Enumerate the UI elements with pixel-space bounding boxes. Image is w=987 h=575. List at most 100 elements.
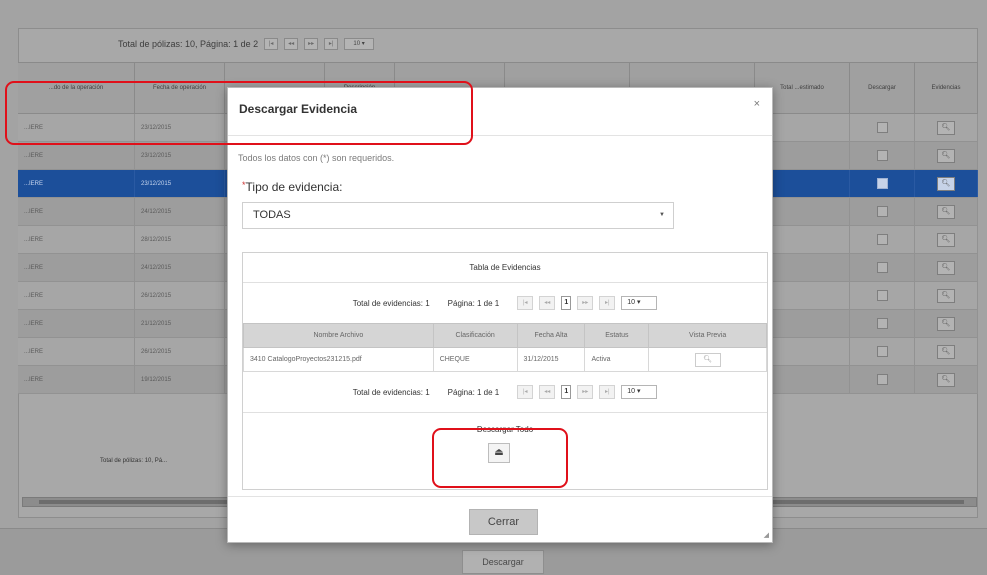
download-button[interactable]: Descargar	[462, 550, 544, 574]
search-icon[interactable]: 🔍︎	[937, 120, 955, 135]
checkbox[interactable]	[876, 346, 888, 357]
download-all-section: Descargar Todo ⏏	[243, 412, 767, 485]
search-icon[interactable]: 🔍︎	[937, 372, 955, 387]
first-page-button[interactable]: |◂	[264, 38, 279, 50]
close-icon[interactable]: ×	[754, 98, 760, 110]
last-page-button[interactable]: ▸|	[324, 38, 339, 50]
preview-cell: 🔍︎	[648, 347, 767, 372]
date-cell: 24/12/2015	[135, 254, 225, 281]
col-classification[interactable]: Clasificación	[432, 323, 518, 348]
search-icon[interactable]: 🔍︎	[937, 288, 955, 303]
current-page[interactable]: 1	[561, 296, 572, 310]
operation-cell: ...IERE	[18, 282, 135, 309]
last-page-button[interactable]: ▸|	[599, 296, 616, 310]
download-checkbox-cell	[850, 282, 915, 309]
search-icon[interactable]: 🔍︎	[937, 176, 955, 191]
evidence-cell: 🔍︎	[915, 114, 978, 141]
resize-handle-icon[interactable]: ◢	[764, 531, 769, 539]
prev-page-button[interactable]: ◂◂	[539, 296, 556, 310]
file-name-cell: 3410 CatalogoProyectos231215.pdf	[243, 347, 434, 372]
search-icon[interactable]: 🔍︎	[937, 316, 955, 331]
policies-pager-top: Total de pólizas: 10, Página: 1 de 2 |◂ …	[18, 30, 978, 58]
download-evidence-modal: Descargar Evidencia × Todos los datos co…	[227, 87, 773, 543]
policies-col-header[interactable]: Descargar	[850, 63, 915, 113]
required-note: Todos los datos con (*) son requeridos.	[238, 153, 395, 163]
operation-cell: ...IERE	[18, 310, 135, 337]
search-icon[interactable]: 🔍︎	[937, 260, 955, 275]
modal-title: Descargar Evidencia	[239, 102, 358, 116]
chevron-down-icon: ▼	[659, 212, 665, 218]
current-page[interactable]: 1	[561, 385, 572, 399]
policies-col-header[interactable]: Fecha de operación	[135, 63, 225, 113]
download-checkbox-cell	[850, 366, 915, 393]
operation-cell: ...IERE	[18, 170, 135, 197]
col-file-name[interactable]: Nombre Archivo	[243, 323, 434, 348]
checkbox[interactable]	[876, 206, 888, 217]
checkbox[interactable]	[876, 318, 888, 329]
evidence-type-label-text: Tipo de evidencia:	[245, 180, 343, 194]
status-cell: Activa	[584, 347, 650, 372]
checkbox[interactable]	[876, 122, 888, 133]
download-checkbox-cell	[850, 198, 915, 225]
download-checkbox-cell	[850, 310, 915, 337]
close-button[interactable]: Cerrar	[469, 509, 538, 535]
next-page-button[interactable]: ▸▸	[577, 385, 594, 399]
policies-col-header[interactable]: Evidencias	[915, 63, 978, 113]
checkbox[interactable]	[876, 262, 888, 273]
col-date[interactable]: Fecha Alta	[516, 323, 586, 348]
policies-col-header[interactable]: ...do de la operación	[18, 63, 135, 113]
evidence-page-label: Página: 1 de 1	[447, 298, 500, 308]
search-icon[interactable]: 🔍︎	[694, 352, 721, 367]
modal-footer: Cerrar ◢	[228, 496, 772, 542]
checkbox[interactable]	[876, 178, 888, 189]
checkbox[interactable]	[876, 234, 888, 245]
evidence-type-label: *Tipo de evidencia:	[242, 180, 342, 194]
evidence-total-label: Total de evidencias: 1	[352, 387, 430, 397]
operation-cell: ...IERE	[18, 198, 135, 225]
date-cell: 23/12/2015	[135, 114, 225, 141]
page-size-select[interactable]: 10 ▾	[621, 296, 658, 310]
col-status[interactable]: Estatus	[584, 323, 650, 348]
search-icon[interactable]: 🔍︎	[937, 344, 955, 359]
col-preview: Vista Previa	[648, 323, 767, 348]
evidence-cell: 🔍︎	[915, 226, 978, 253]
evidence-cell: 🔍︎	[915, 310, 978, 337]
operation-cell: ...IERE	[18, 366, 135, 393]
search-icon[interactable]: 🔍︎	[937, 232, 955, 247]
checkbox[interactable]	[876, 290, 888, 301]
date-cell: 26/12/2015	[135, 338, 225, 365]
prev-page-button[interactable]: ◂◂	[539, 385, 556, 399]
download-checkbox-cell	[850, 338, 915, 365]
first-page-button[interactable]: |◂	[517, 296, 534, 310]
evidence-type-select[interactable]: TODAS ▼	[242, 202, 674, 229]
page-size-select[interactable]: 10 ▾	[621, 385, 658, 399]
search-icon[interactable]: 🔍︎	[937, 204, 955, 219]
checkbox[interactable]	[876, 374, 888, 385]
evidence-table-title: Tabla de Evidencias	[243, 253, 767, 283]
date-cell: 24/12/2015	[135, 198, 225, 225]
evidence-pager-top: Total de evidencias: 1 Página: 1 de 1 |◂…	[243, 283, 767, 323]
checkbox[interactable]	[876, 150, 888, 161]
prev-page-button[interactable]: ◂◂	[284, 38, 299, 50]
download-all-button[interactable]: ⏏	[488, 443, 510, 463]
evidence-cell: 🔍︎	[915, 282, 978, 309]
download-checkbox-cell	[850, 254, 915, 281]
operation-cell: ...IERE	[18, 142, 135, 169]
operation-cell: ...IERE	[18, 254, 135, 281]
last-page-button[interactable]: ▸|	[599, 385, 616, 399]
page-size-select[interactable]: 10 ▾	[344, 38, 375, 50]
search-icon[interactable]: 🔍︎	[937, 148, 955, 163]
policies-pager-bottom: Total de pólizas: 10, Pá...	[100, 458, 168, 464]
download-checkbox-cell	[850, 170, 915, 197]
download-icon: ⏏	[494, 447, 504, 458]
evidence-page-label: Página: 1 de 1	[447, 387, 500, 397]
download-checkbox-cell	[850, 114, 915, 141]
evidence-table-box: Tabla de Evidencias Total de evidencias:…	[242, 252, 768, 490]
next-page-button[interactable]: ▸▸	[304, 38, 319, 50]
policies-pager-text: Total de pólizas: 10, Página: 1 de 2	[118, 39, 259, 49]
first-page-button[interactable]: |◂	[517, 385, 534, 399]
evidence-cell: 🔍︎	[915, 254, 978, 281]
next-page-button[interactable]: ▸▸	[577, 296, 594, 310]
table-row: 3410 CatalogoProyectos231215.pdf CHEQUE …	[243, 347, 767, 372]
evidence-type-value: TODAS	[253, 209, 291, 221]
